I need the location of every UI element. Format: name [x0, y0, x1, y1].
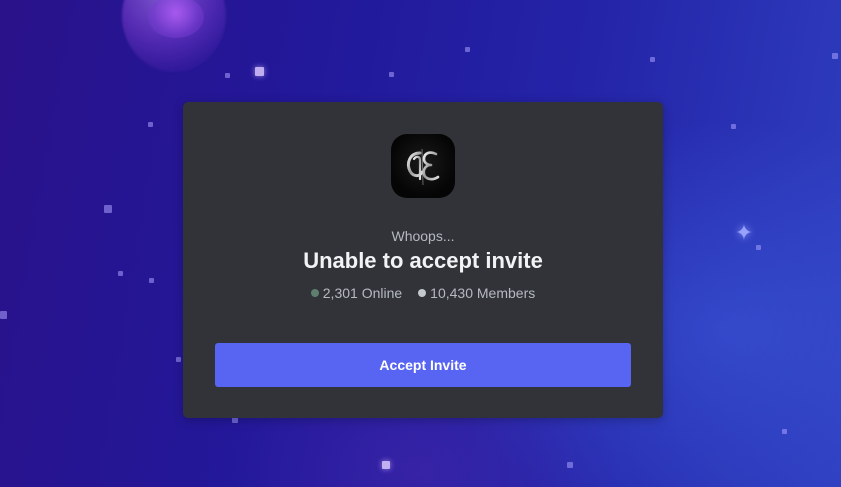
- star: [176, 357, 181, 362]
- star: [465, 47, 470, 52]
- star: [567, 462, 573, 468]
- star: [104, 205, 112, 213]
- star: [118, 271, 123, 276]
- star: [832, 53, 838, 59]
- online-dot-icon: [310, 289, 319, 297]
- star: [225, 73, 230, 78]
- star: [148, 122, 153, 127]
- online-count-stat: 2,301 Online: [310, 284, 403, 302]
- invite-title: Unable to accept invite: [303, 248, 543, 273]
- planet-decoration: [122, 0, 226, 72]
- sparkle-icon: ✦: [734, 220, 754, 245]
- star: [782, 429, 787, 434]
- invite-subtitle: Whoops...: [391, 228, 455, 244]
- star: [731, 124, 736, 129]
- invite-card: Whoops... Unable to accept invite 2,301 …: [183, 102, 663, 418]
- star: [389, 72, 394, 77]
- star: [0, 311, 7, 319]
- accept-invite-button[interactable]: Accept Invite: [215, 343, 631, 387]
- star: [650, 57, 655, 62]
- star: [382, 461, 390, 469]
- member-count-stat: 10,430 Members: [418, 284, 535, 302]
- members-dot-icon: [418, 289, 427, 297]
- online-count-label: 2,301 Online: [322, 285, 403, 301]
- member-count-label: 10,430 Members: [430, 285, 536, 301]
- server-monogram-icon: [391, 134, 455, 198]
- planet-highlight: [148, 0, 204, 38]
- star: [149, 278, 154, 283]
- star: [756, 245, 761, 250]
- server-stats: 2,301 Online 10,430 Members: [183, 284, 663, 302]
- star: [255, 67, 264, 76]
